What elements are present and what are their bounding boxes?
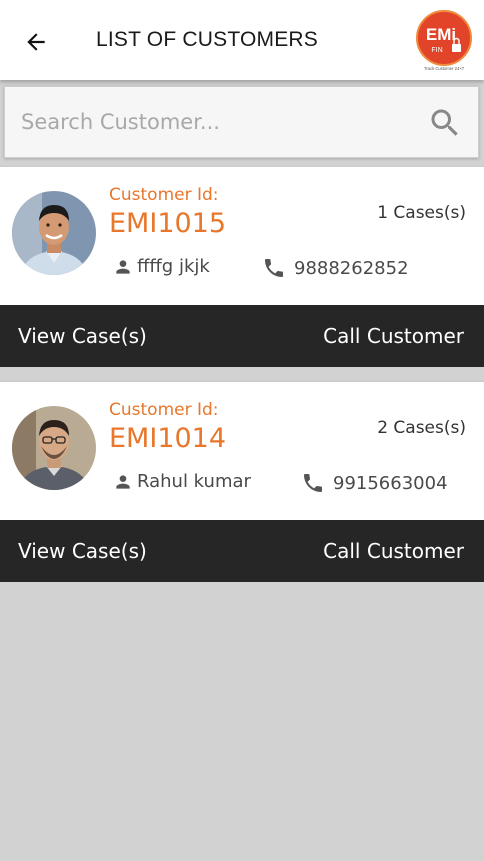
svg-text:Track Customer 24×7: Track Customer 24×7 (424, 66, 465, 71)
search-button[interactable] (427, 105, 463, 141)
person-icon (116, 474, 130, 489)
search-icon (431, 109, 458, 136)
customer-id: EMI1015 (109, 208, 227, 239)
customer-phone: 9915663004 (333, 472, 448, 494)
customer-card[interactable]: Customer Id: EMI1014 2 Cases(s) Rahul ku… (0, 382, 484, 520)
app-logo: EMi FIN Track Customer 24×7 (416, 10, 472, 71)
case-count: 2 Cases(s) (377, 418, 466, 438)
customer-actions: View Case(s) Call Customer (0, 520, 484, 582)
view-cases-button[interactable]: View Case(s) (18, 324, 147, 348)
page-title: LIST OF CUSTOMERS (96, 28, 318, 51)
app-bar: LIST OF CUSTOMERS EMi FIN Track Customer… (0, 0, 484, 80)
call-customer-button[interactable]: Call Customer (323, 324, 464, 348)
case-count: 1 Cases(s) (377, 203, 466, 223)
phone-icon (304, 474, 322, 492)
customer-phone-row: 9915663004 (301, 471, 448, 495)
back-button[interactable] (18, 24, 54, 60)
customer-phone-row: 9888262852 (262, 256, 409, 280)
customer-avatar (12, 406, 96, 490)
svg-text:EMi: EMi (426, 25, 456, 44)
customer-name-row: ffffg jkjk (113, 256, 210, 277)
search-bar (4, 86, 479, 158)
arrow-left-icon (27, 33, 45, 51)
customer-id-label: Customer Id: (109, 400, 219, 420)
call-customer-button[interactable]: Call Customer (323, 539, 464, 563)
customer-name-row: Rahul kumar (113, 471, 251, 492)
customer-name: ffffg jkjk (137, 256, 210, 277)
customer-phone: 9888262852 (294, 257, 409, 279)
person-icon (116, 259, 130, 274)
customer-id: EMI1014 (109, 423, 227, 454)
svg-text:FIN: FIN (431, 47, 442, 54)
phone-icon (265, 259, 283, 277)
customer-name: Rahul kumar (137, 471, 251, 492)
search-input[interactable] (5, 87, 405, 157)
customer-id-label: Customer Id: (109, 185, 219, 205)
view-cases-button[interactable]: View Case(s) (18, 539, 147, 563)
customer-card[interactable]: Customer Id: EMI1015 1 Cases(s) ffffg jk… (0, 167, 484, 305)
customer-avatar (12, 191, 96, 275)
customer-actions: View Case(s) Call Customer (0, 305, 484, 367)
